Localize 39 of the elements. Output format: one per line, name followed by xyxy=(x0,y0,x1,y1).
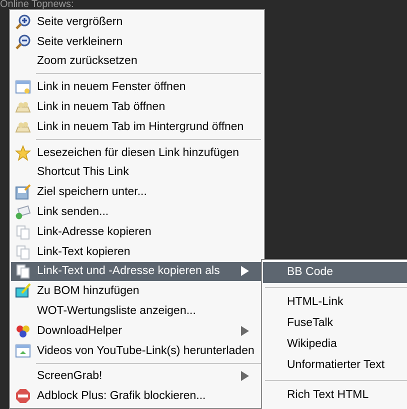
submenu-item[interactable]: Rich Text HTML xyxy=(263,385,407,406)
menu-item[interactable]: Zu BOM hinzufügen xyxy=(11,281,263,302)
menu-item[interactable]: Adblock Plus: Grafik blockieren... xyxy=(11,386,263,406)
copy-icon xyxy=(15,263,31,280)
menu-item[interactable]: DownloadHelper xyxy=(11,320,263,341)
star-icon xyxy=(15,144,31,161)
submenu-item[interactable]: BB Code xyxy=(263,262,407,283)
menu-item[interactable]: Link senden... xyxy=(11,202,263,222)
stop-sign-icon xyxy=(15,388,31,404)
menu-item[interactable]: Zoom zurücksetzen xyxy=(11,52,263,72)
balls-icon xyxy=(15,322,31,339)
zoom-in-icon xyxy=(15,14,31,30)
zoom-out-icon xyxy=(15,34,31,50)
menu-item[interactable]: Link-Text und -Adresse kopieren als xyxy=(11,262,263,282)
pencil-box-icon xyxy=(15,283,31,300)
menu-item[interactable]: Seite verkleinern xyxy=(11,32,263,52)
submenu-item[interactable]: FuseTalk xyxy=(263,313,407,334)
submenu-item[interactable]: Unformatierter Text xyxy=(263,355,407,376)
submenu-item[interactable]: Wikipedia xyxy=(263,334,407,355)
envelope-icon xyxy=(15,204,31,220)
menu-item[interactable]: Link in neuem Tab öffnen xyxy=(11,97,263,117)
submenu-item[interactable]: HTML-Link xyxy=(263,292,407,313)
menu-item[interactable]: Ziel speichern unter... xyxy=(11,182,263,202)
copy-icon xyxy=(15,224,31,240)
menu-item[interactable]: Link in neuem Tab im Hintergrund öffnen xyxy=(11,116,263,137)
menu-item[interactable]: Seite vergrößern xyxy=(11,12,263,32)
menu-item[interactable]: Link-Adresse kopieren xyxy=(11,222,263,242)
window-icon xyxy=(15,79,31,96)
menu-item[interactable]: Lesezeichen für diesen Link hinzufügen xyxy=(11,142,263,163)
page-heading: Online Topnews: xyxy=(0,0,74,10)
copy-icon xyxy=(15,244,31,260)
menu-item[interactable]: Shortcut This Link xyxy=(11,162,263,182)
window-icon xyxy=(15,342,31,359)
menu-item[interactable]: ScreenGrab! xyxy=(11,366,263,386)
save-icon xyxy=(15,184,31,200)
menu-item[interactable]: Videos von YouTube-Link(s) herunterladen xyxy=(11,340,263,361)
menu-item[interactable]: WOT-Wertungsliste anzeigen... xyxy=(11,301,263,321)
menu-item[interactable]: Link in neuem Fenster öffnen xyxy=(11,77,263,98)
menu-item[interactable]: Link-Text kopieren xyxy=(11,242,263,262)
